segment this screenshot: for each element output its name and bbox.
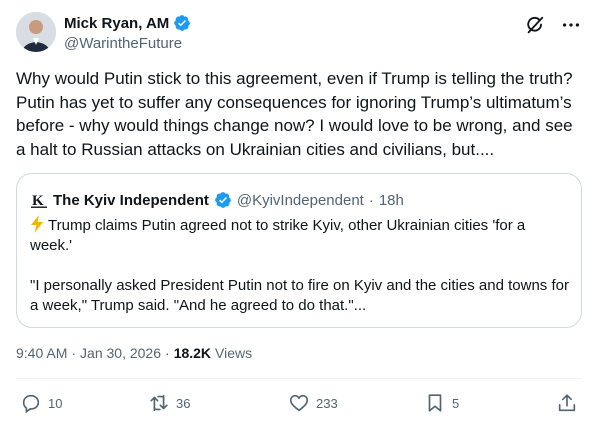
quoted-line-1: Trump claims Putin agreed not to strike … bbox=[30, 215, 570, 256]
post-date[interactable]: Jan 30, 2026 bbox=[80, 345, 161, 361]
heart-icon bbox=[289, 394, 309, 412]
quoted-source-name[interactable]: The Kyiv Independent bbox=[53, 192, 209, 209]
quoted-post-header: K The Kyiv Independent @KyivIndependent … bbox=[30, 191, 404, 209]
header-actions bbox=[524, 14, 582, 36]
lightning-icon bbox=[30, 215, 44, 233]
quoted-age[interactable]: 18h bbox=[379, 192, 404, 209]
bookmark-icon bbox=[428, 394, 442, 412]
quoted-source-handle[interactable]: @KyivIndependent bbox=[237, 192, 364, 209]
post-meta: 9:40 AM · Jan 30, 2026 · 18.2K Views bbox=[16, 345, 252, 361]
like-button[interactable]: 233 bbox=[288, 392, 338, 414]
share-button[interactable] bbox=[556, 392, 578, 414]
reply-count: 10 bbox=[48, 395, 63, 411]
meta-separator-2: · bbox=[165, 345, 170, 361]
quoted-separator: · bbox=[368, 191, 374, 209]
repost-count: 36 bbox=[176, 395, 191, 411]
reply-button[interactable]: 10 bbox=[20, 392, 62, 414]
quoted-verified-badge-icon bbox=[214, 191, 232, 209]
divider bbox=[16, 378, 582, 379]
reply-icon bbox=[22, 394, 40, 414]
repost-icon bbox=[150, 394, 168, 412]
quoted-line-2: "I personally asked President Putin not … bbox=[30, 277, 569, 314]
verified-badge-icon bbox=[173, 14, 191, 32]
post-header: Mick Ryan, AM @WarintheFuture bbox=[16, 12, 582, 56]
repost-button[interactable]: 36 bbox=[148, 392, 190, 414]
views-label: Views bbox=[215, 345, 253, 361]
quoted-headline: Trump claims Putin agreed not to strike … bbox=[30, 217, 526, 254]
quoted-text: Trump claims Putin agreed not to strike … bbox=[30, 215, 570, 316]
author-name[interactable]: Mick Ryan, AM bbox=[64, 15, 169, 32]
bookmark-count: 5 bbox=[452, 395, 460, 411]
like-count: 233 bbox=[316, 395, 338, 411]
views-count: 18.2K bbox=[173, 345, 212, 361]
share-icon bbox=[558, 394, 576, 412]
post-time[interactable]: 9:40 AM bbox=[16, 345, 67, 361]
more-icon[interactable] bbox=[560, 14, 582, 36]
grok-icon[interactable] bbox=[524, 14, 546, 36]
action-bar: 10 36 233 5 bbox=[16, 392, 582, 422]
meta-separator: · bbox=[71, 345, 77, 361]
kyiv-independent-logo-icon: K bbox=[30, 191, 48, 209]
bookmark-button[interactable]: 5 bbox=[424, 392, 459, 414]
author-handle[interactable]: @WarintheFuture bbox=[64, 35, 182, 52]
avatar[interactable] bbox=[16, 12, 56, 52]
author-name-row[interactable]: Mick Ryan, AM bbox=[64, 14, 191, 32]
post-text: Why would Putin stick to this agreement,… bbox=[16, 69, 573, 159]
quoted-post[interactable]: K The Kyiv Independent @KyivIndependent … bbox=[16, 173, 582, 328]
